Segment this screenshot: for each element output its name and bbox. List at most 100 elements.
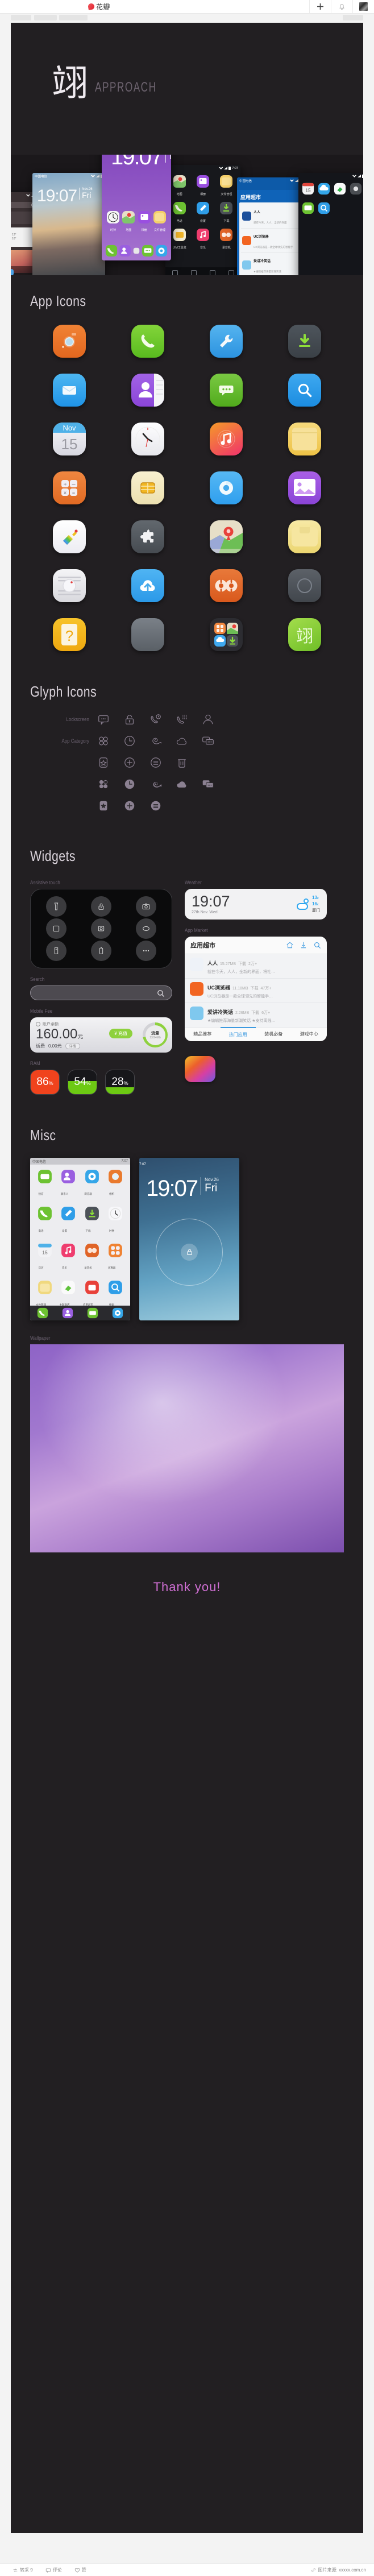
grid-four-filled-icon[interactable] [97,778,110,790]
clock-outline-icon[interactable] [123,735,136,747]
cloud-filled-icon[interactable] [176,778,188,790]
plus-circle-icon[interactable] [123,756,136,769]
blank-icon[interactable] [131,618,164,651]
radio-icon[interactable] [53,569,86,602]
folder-app[interactable]: 文件管理 [153,210,167,232]
star-card-filled-icon[interactable] [97,800,110,812]
store-row[interactable]: UC浏览器 UC浏览器是一款全球领先的智能手 [241,229,300,253]
weather-clock-card[interactable]: 19:07 27th Nov. Wed. 13c 16c 厦门 [185,889,327,920]
swirl-icon[interactable] [149,735,162,747]
toolbar-ghost-3[interactable] [59,15,88,20]
theme-store-icon[interactable] [53,520,86,553]
gallery-icon[interactable] [288,471,321,504]
chat-bubbles-icon[interactable] [202,735,214,747]
home-app[interactable]: 时钟 [106,1206,126,1237]
contacts-icon[interactable] [131,374,164,407]
grid-four-icon[interactable] [97,735,110,747]
bell-icon[interactable] [331,0,352,13]
home-app[interactable]: 相机 [106,1169,126,1200]
recorder-icon[interactable] [210,569,243,602]
ram-meter[interactable]: 54% [68,1070,97,1095]
grid-app[interactable] [318,202,331,217]
plugin-manager-icon[interactable] [131,520,164,553]
star-card-icon[interactable] [97,756,110,769]
home-app[interactable]: 15 日历 [35,1243,55,1274]
home-app[interactable]: 下载 [82,1206,102,1237]
grid-app[interactable]: 设置 [193,201,213,223]
browser-icon[interactable] [210,471,243,504]
detail-button[interactable]: 详情 [65,1043,80,1049]
menu-circle-filled-icon[interactable] [149,800,162,812]
plus-circle-filled-icon[interactable] [123,800,136,812]
grid-app[interactable]: 电话 [169,201,189,223]
home-app[interactable]: 计算器 [106,1243,126,1274]
lock-icon[interactable] [123,713,136,726]
cloud-outline-icon[interactable] [176,735,188,747]
lock-icon[interactable] [90,896,111,917]
folder-icon[interactable] [210,618,243,651]
comment-action[interactable]: 评论 [45,2567,62,2573]
messages-icon[interactable] [210,374,243,407]
market-row[interactable]: 爱讲冷笑话 2.26MB 下载 6万+ ★编辑推荐海量新潮笑话 ★支持离线… [185,1003,327,1027]
market-tab[interactable]: 精品推荐 [185,1028,221,1041]
home-icon[interactable] [286,941,294,949]
music-icon[interactable] [210,423,243,455]
settings-icon[interactable] [210,325,243,358]
more-icon[interactable] [135,941,156,962]
maps-icon[interactable] [210,520,243,553]
folder-app[interactable]: 相册 [138,210,151,232]
like-action[interactable]: 赞 [74,2567,86,2573]
grid-app[interactable]: 下载 [217,201,236,223]
email-icon[interactable] [53,374,86,407]
store-row[interactable]: 人人 就在今天，人人，全新的界面 [241,204,300,229]
avatar[interactable] [352,0,374,13]
message-bubble-icon[interactable] [97,713,110,726]
trash-icon[interactable] [176,756,188,769]
store-row[interactable]: 爱讲冷笑话 ★编辑推荐海量新潮笑话 [241,253,300,275]
home-app[interactable]: 设置 [59,1206,79,1237]
toolbar-ghost-2[interactable] [34,15,57,20]
screenshot-icon[interactable] [46,918,67,939]
clock-filled-icon[interactable] [123,778,136,790]
clock-icon[interactable] [131,423,164,455]
calendar-icon[interactable]: Nov 15 [53,423,86,455]
missed-call-icon[interactable] [149,713,162,726]
placeholder-icon[interactable] [288,569,321,602]
sound-icon[interactable] [135,918,156,939]
home-app[interactable]: 浏览器 [82,1169,102,1200]
flashlight-icon[interactable] [46,896,67,917]
download-icon[interactable] [300,941,307,949]
search-icon[interactable] [313,941,321,949]
theme-logo-icon[interactable]: 翊 [288,618,321,651]
home-app[interactable]: 联系人 [59,1169,79,1200]
brand[interactable]: 花瓣 [88,2,110,11]
menu-circle-icon[interactable] [149,756,162,769]
dialpad-call-icon[interactable] [176,713,188,726]
grid-app[interactable]: 文件管理 [217,175,236,196]
swirl-filled-icon[interactable] [149,778,162,790]
market-tab[interactable]: 装机必备 [256,1028,292,1041]
repin-action[interactable]: 转采 9 [13,2567,33,2573]
home-app[interactable]: 音乐 [59,1243,79,1274]
file-manager-icon[interactable] [288,520,321,553]
grid-app[interactable]: 录音机 [217,228,236,250]
home-app[interactable]: 短信 [35,1169,55,1200]
help-icon[interactable]: ? [53,618,86,651]
grid-app[interactable]: 15 [302,183,315,198]
grid-app[interactable] [302,202,315,217]
grid-app[interactable] [350,183,363,198]
market-tab[interactable]: 游戏中心 [292,1028,327,1041]
sim-toolkit-icon[interactable] [131,471,164,504]
battery-icon[interactable] [90,941,111,962]
toolbar-ghost-4[interactable] [343,15,363,20]
grid-app[interactable]: 地图 [169,175,189,196]
grid-app[interactable] [318,183,331,198]
market-row[interactable]: UC浏览器 11.18MB 下载 47万+ UC浏览器是一款全球领先的智能手… [185,978,327,1003]
download-icon[interactable] [288,325,321,358]
search-icon[interactable] [288,374,321,407]
ram-meter[interactable]: 28% [105,1070,135,1095]
record-icon[interactable] [90,918,111,939]
grid-app[interactable]: 相册 [193,175,213,196]
ram-meter[interactable]: 86% [30,1070,60,1095]
home-app[interactable]: 录音机 [82,1243,102,1274]
